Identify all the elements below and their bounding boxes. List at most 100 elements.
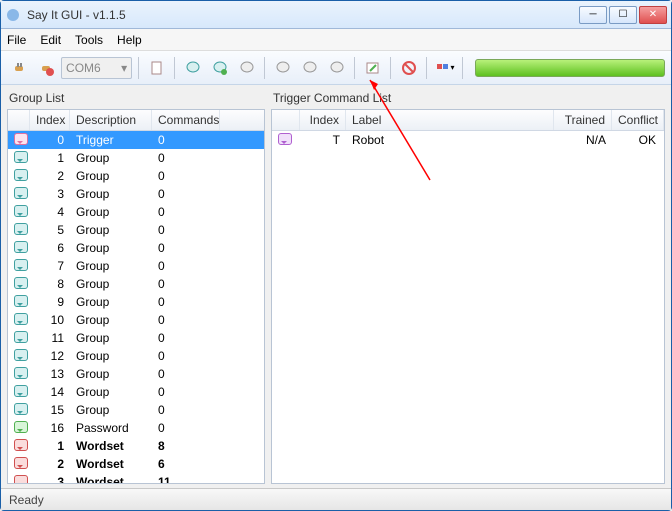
command-list-body: TRobotN/AOK xyxy=(272,131,664,483)
row-description: Wordset xyxy=(70,439,152,453)
row-commands: 0 xyxy=(152,259,220,273)
row-index: 9 xyxy=(30,295,70,309)
row-description: Trigger xyxy=(70,133,152,147)
speech-grey-icon xyxy=(239,60,255,76)
col-index[interactable]: Index xyxy=(30,110,70,130)
table-row[interactable]: 1Group0 xyxy=(8,149,264,167)
menu-help[interactable]: Help xyxy=(117,33,142,47)
row-conflict: OK xyxy=(612,133,664,147)
row-description: Group xyxy=(70,403,152,417)
row-commands: 0 xyxy=(152,133,220,147)
table-row[interactable]: 3Wordset11 xyxy=(8,473,264,483)
separator xyxy=(264,57,265,79)
row-commands: 0 xyxy=(152,241,220,255)
palette-button[interactable]: ▾ xyxy=(433,56,456,80)
row-description: Password xyxy=(70,421,152,435)
table-row[interactable]: 7Group0 xyxy=(8,257,264,275)
row-index: 12 xyxy=(30,349,70,363)
row-commands: 0 xyxy=(152,367,220,381)
maximize-button[interactable]: ☐ xyxy=(609,6,637,24)
port-value: COM6 xyxy=(66,61,101,75)
row-commands: 0 xyxy=(152,169,220,183)
cancel-button[interactable] xyxy=(397,56,420,80)
speech-bubble-icon xyxy=(14,385,28,397)
table-row[interactable]: 11Group0 xyxy=(8,329,264,347)
table-row[interactable]: 9Group0 xyxy=(8,293,264,311)
table-row[interactable]: 5Group0 xyxy=(8,221,264,239)
table-row[interactable]: 10Group0 xyxy=(8,311,264,329)
speech-bubble-icon xyxy=(14,313,28,325)
table-row[interactable]: 2Group0 xyxy=(8,167,264,185)
separator xyxy=(462,57,463,79)
group-list-table: Index Description Commands 0Trigger01Gro… xyxy=(7,109,265,484)
speech-bubble-icon xyxy=(14,277,28,289)
speech-bubble-icon xyxy=(14,475,28,484)
minimize-button[interactable]: ─ xyxy=(579,6,607,24)
speech-5-button[interactable] xyxy=(298,56,321,80)
speech-bubble-icon xyxy=(14,403,28,415)
table-row[interactable]: 13Group0 xyxy=(8,365,264,383)
col-icon[interactable] xyxy=(272,110,300,130)
col-description[interactable]: Description xyxy=(70,110,152,130)
row-commands: 11 xyxy=(152,475,220,483)
port-select[interactable]: COM6 ▾ xyxy=(61,57,132,79)
plug-icon xyxy=(11,60,27,76)
table-row[interactable]: 6Group0 xyxy=(8,239,264,257)
chevron-down-icon: ▾ xyxy=(451,63,455,72)
speech-bubble-icon xyxy=(14,439,28,451)
row-commands: 0 xyxy=(152,331,220,345)
row-index: 1 xyxy=(30,151,70,165)
table-row[interactable]: 1Wordset8 xyxy=(8,437,264,455)
speech-bubble-icon xyxy=(14,205,28,217)
table-row[interactable]: 3Group0 xyxy=(8,185,264,203)
table-row[interactable]: TRobotN/AOK xyxy=(272,131,664,149)
separator xyxy=(174,57,175,79)
row-commands: 0 xyxy=(152,151,220,165)
table-row[interactable]: 14Group0 xyxy=(8,383,264,401)
command-list-header: Index Label Trained Conflict xyxy=(272,110,664,131)
row-description: Group xyxy=(70,313,152,327)
row-index: 0 xyxy=(30,133,70,147)
close-button[interactable]: ✕ xyxy=(639,6,667,24)
speech-6-button[interactable] xyxy=(325,56,348,80)
table-row[interactable]: 12Group0 xyxy=(8,347,264,365)
edit-button[interactable] xyxy=(361,56,384,80)
toolbar: COM6 ▾ ▾ xyxy=(1,51,671,85)
table-row[interactable]: 8Group0 xyxy=(8,275,264,293)
row-commands: 6 xyxy=(152,457,220,471)
main-panels: Group List Index Description Commands 0T… xyxy=(1,85,671,488)
palette-icon xyxy=(435,60,451,76)
col-conflict[interactable]: Conflict xyxy=(612,110,664,130)
table-row[interactable]: 15Group0 xyxy=(8,401,264,419)
speech-grey-icon xyxy=(302,60,318,76)
speech-bubble-icon xyxy=(14,187,28,199)
speech-bubble-icon xyxy=(14,151,28,163)
col-commands[interactable]: Commands xyxy=(152,110,220,130)
speech-1-button[interactable] xyxy=(181,56,204,80)
speech-bubble-icon xyxy=(14,169,28,181)
row-trained: N/A xyxy=(554,133,612,147)
disconnect-button[interactable] xyxy=(34,56,57,80)
col-trained[interactable]: Trained xyxy=(554,110,612,130)
menu-edit[interactable]: Edit xyxy=(40,33,61,47)
connect-button[interactable] xyxy=(7,56,30,80)
row-description: Wordset xyxy=(70,457,152,471)
row-commands: 0 xyxy=(152,277,220,291)
row-index: 4 xyxy=(30,205,70,219)
document-icon xyxy=(149,60,165,76)
menu-tools[interactable]: Tools xyxy=(75,33,103,47)
speech-3-button[interactable] xyxy=(235,56,258,80)
menu-file[interactable]: File xyxy=(7,33,26,47)
speech-4-button[interactable] xyxy=(271,56,294,80)
table-row[interactable]: 4Group0 xyxy=(8,203,264,221)
col-index[interactable]: Index xyxy=(300,110,346,130)
table-row[interactable]: 2Wordset6 xyxy=(8,455,264,473)
document-button[interactable] xyxy=(145,56,168,80)
table-row[interactable]: 16Password0 xyxy=(8,419,264,437)
col-label[interactable]: Label xyxy=(346,110,554,130)
col-icon[interactable] xyxy=(8,110,30,130)
speech-2-button[interactable] xyxy=(208,56,231,80)
table-row[interactable]: 0Trigger0 xyxy=(8,131,264,149)
row-description: Group xyxy=(70,205,152,219)
speech-bubble-icon xyxy=(14,133,28,145)
